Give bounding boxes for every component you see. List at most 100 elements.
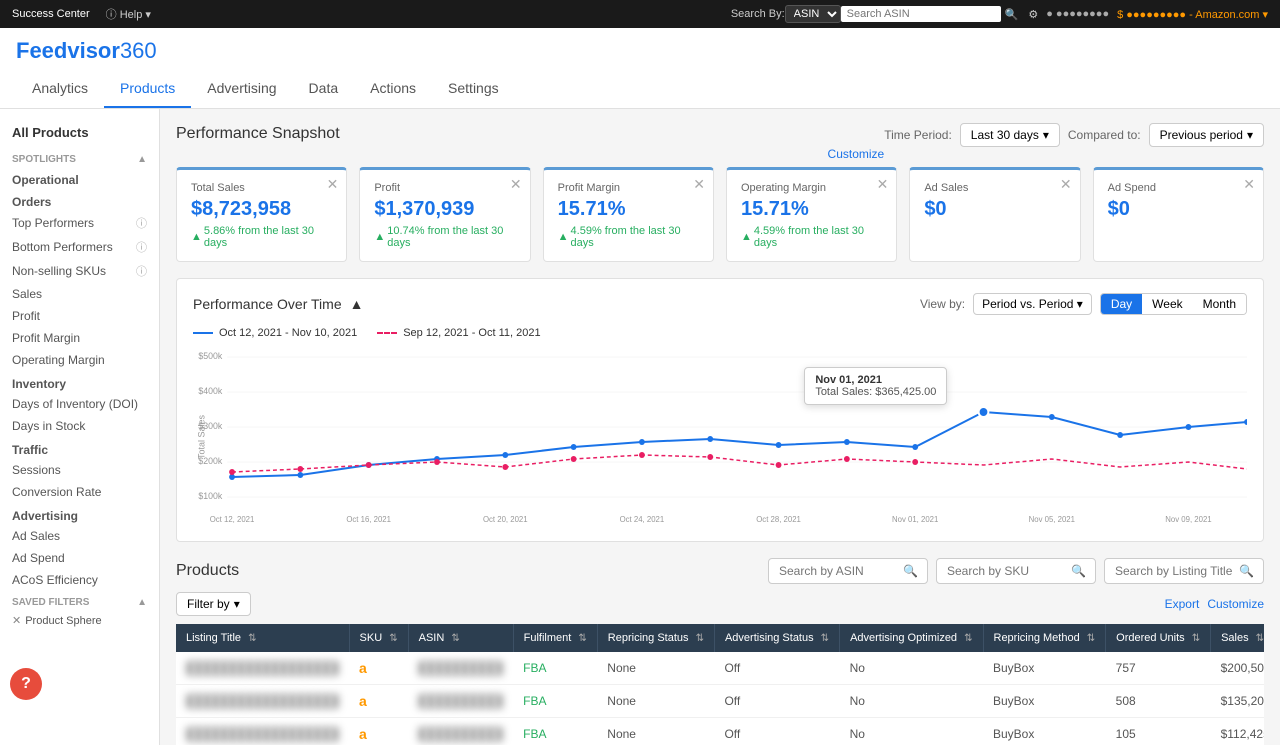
th-fulfilment[interactable]: Fulfilment ⇅ <box>513 624 597 652</box>
sidebar-title: All Products <box>0 121 159 148</box>
help-link[interactable]: ⓘ Help ▾ <box>106 6 151 22</box>
th-listing-title[interactable]: Listing Title ⇅ <box>176 624 349 652</box>
legend-blue-line <box>193 332 213 334</box>
kpi-profit-margin-value: 15.71% <box>558 198 699 221</box>
kpi-total-sales-title: Total Sales <box>191 182 332 194</box>
inventory-label: Inventory <box>0 371 159 393</box>
table-header-row: Listing Title ⇅ SKU ⇅ ASIN ⇅ Fulfilment … <box>176 624 1264 652</box>
collapse-chart-icon[interactable]: ▲ <box>350 296 364 312</box>
time-period-select[interactable]: Last 30 days ▾ <box>960 123 1060 147</box>
period-select[interactable]: Period vs. Period ▾ <box>973 293 1092 315</box>
close-ad-spend[interactable]: ✕ <box>1243 176 1255 193</box>
cell-advertising: Off <box>714 718 839 745</box>
th-advertising-status[interactable]: Advertising Status ⇅ <box>714 624 839 652</box>
sidebar-item-operating-margin[interactable]: Operating Margin <box>0 349 159 371</box>
cell-fulfilment: FBA <box>513 718 597 745</box>
sidebar-item-acos[interactable]: ACoS Efficiency <box>0 569 159 591</box>
th-advertising-optimized[interactable]: Advertising Optimized ⇅ <box>840 624 983 652</box>
th-asin[interactable]: ASIN ⇅ <box>408 624 513 652</box>
month-btn[interactable]: Month <box>1193 294 1246 314</box>
sidebar-item-profit-margin[interactable]: Profit Margin <box>0 327 159 349</box>
sidebar-item-bottom-performers[interactable]: Bottom Performers ⓘ <box>0 235 159 259</box>
kpi-total-sales-value: $8,723,958 <box>191 198 332 221</box>
sidebar: All Products SPOTLIGHTS ▲ Operational Or… <box>0 109 160 745</box>
sidebar-item-top-performers[interactable]: Top Performers ⓘ <box>0 211 159 235</box>
sidebar-item-conversion-rate[interactable]: Conversion Rate <box>0 481 159 503</box>
cell-repricing-method: BuyBox <box>983 685 1106 718</box>
remove-filter-icon[interactable]: ✕ <box>12 614 21 627</box>
week-btn[interactable]: Week <box>1142 294 1192 314</box>
sidebar-item-doi[interactable]: Days of Inventory (DOI) <box>0 393 159 415</box>
kpi-profit-value: $1,370,939 <box>374 198 515 221</box>
th-sku[interactable]: SKU ⇅ <box>349 624 408 652</box>
sidebar-item-non-selling-skus[interactable]: Non-selling SKUs ⓘ <box>0 259 159 283</box>
close-operating-margin[interactable]: ✕ <box>877 176 889 193</box>
products-title: Products <box>176 562 239 580</box>
cell-sales: $112,425 <box>1211 718 1264 745</box>
search-asin-input[interactable] <box>779 564 899 578</box>
compared-to-select[interactable]: Previous period ▾ <box>1149 123 1264 147</box>
kpi-ad-sales-value: $0 <box>924 198 1065 221</box>
snapshot-section: Performance Snapshot Time Period: Last 3… <box>176 125 1264 262</box>
tab-products[interactable]: Products <box>104 70 191 108</box>
filter-by-btn[interactable]: Filter by ▾ <box>176 592 251 616</box>
sidebar-item-ad-spend[interactable]: Ad Spend <box>0 547 159 569</box>
chart-title: Performance Over Time ▲ <box>193 296 363 312</box>
sidebar-item-sessions[interactable]: Sessions <box>0 459 159 481</box>
kpi-operating-margin-value: 15.71% <box>741 198 882 221</box>
close-ad-sales[interactable]: ✕ <box>1060 176 1072 193</box>
cell-sku: a <box>349 685 408 718</box>
export-link[interactable]: Export <box>1165 597 1200 611</box>
snapshot-controls: Time Period: Last 30 days ▾ Compared to:… <box>884 123 1264 147</box>
cell-adv-optimized: No <box>840 718 983 745</box>
tab-data[interactable]: Data <box>293 70 355 108</box>
th-repricing-method[interactable]: Repricing Method ⇅ <box>983 624 1106 652</box>
cell-ordered-units: 757 <box>1106 652 1211 685</box>
sidebar-item-profit[interactable]: Profit <box>0 305 159 327</box>
products-section: Products 🔍 🔍 🔍 <box>176 558 1264 745</box>
search-title-input[interactable] <box>1115 564 1235 578</box>
search-title-icon: 🔍 <box>1239 564 1254 578</box>
search-by-select[interactable]: ASIN <box>785 5 841 23</box>
sidebar-item-ad-sales[interactable]: Ad Sales <box>0 525 159 547</box>
collapse-saved-icon[interactable]: ▲ <box>137 597 147 608</box>
logo: Feedvisor360 <box>16 28 1264 70</box>
close-profit-margin[interactable]: ✕ <box>693 176 705 193</box>
cell-repricing: None <box>597 652 714 685</box>
th-sales[interactable]: Sales ⇅ <box>1211 624 1264 652</box>
day-btn[interactable]: Day <box>1101 294 1142 314</box>
table-row: ██████████████████ a ██████████ FBA None… <box>176 718 1264 745</box>
kpi-operating-margin-title: Operating Margin <box>741 182 882 194</box>
cell-sku: a <box>349 718 408 745</box>
search-input[interactable] <box>841 6 1001 22</box>
kpi-profit-margin-change: ▲ 4.59% from the last 30 days <box>558 225 699 249</box>
kpi-profit-change: ▲ 10.74% from the last 30 days <box>374 225 515 249</box>
tab-analytics[interactable]: Analytics <box>16 70 104 108</box>
table-wrapper: Listing Title ⇅ SKU ⇅ ASIN ⇅ Fulfilment … <box>176 624 1264 745</box>
search-icon[interactable]: 🔍 <box>1005 8 1019 21</box>
sidebar-item-days-in-stock[interactable]: Days in Stock <box>0 415 159 437</box>
help-bubble[interactable]: ? <box>10 668 42 700</box>
collapse-icon[interactable]: ▲ <box>137 154 147 165</box>
svg-text:$500k: $500k <box>198 351 222 361</box>
search-by-label: Search By: <box>731 8 785 20</box>
tab-settings[interactable]: Settings <box>432 70 515 108</box>
search-sku-box: 🔍 <box>936 558 1096 584</box>
filter-bar: Filter by ▾ Export Customize <box>176 592 1264 616</box>
sidebar-item-sales[interactable]: Sales <box>0 283 159 305</box>
info-icon-3: ⓘ <box>136 263 147 279</box>
gear-icon[interactable]: ⚙ <box>1028 8 1038 21</box>
close-profit[interactable]: ✕ <box>510 176 522 193</box>
cell-listing: ██████████████████ <box>176 718 349 745</box>
search-sku-input[interactable] <box>947 564 1067 578</box>
customize-table-link[interactable]: Customize <box>1207 597 1264 611</box>
tab-advertising[interactable]: Advertising <box>191 70 292 108</box>
th-ordered-units[interactable]: Ordered Units ⇅ <box>1106 624 1211 652</box>
close-total-sales[interactable]: ✕ <box>327 176 339 193</box>
th-repricing-status[interactable]: Repricing Status ⇅ <box>597 624 714 652</box>
info-icon-2: ⓘ <box>136 239 147 255</box>
performance-chart-section: Performance Over Time ▲ View by: Period … <box>176 278 1264 542</box>
svg-text:$100k: $100k <box>198 491 222 501</box>
customize-link[interactable]: Customize <box>828 147 885 161</box>
tab-actions[interactable]: Actions <box>354 70 432 108</box>
